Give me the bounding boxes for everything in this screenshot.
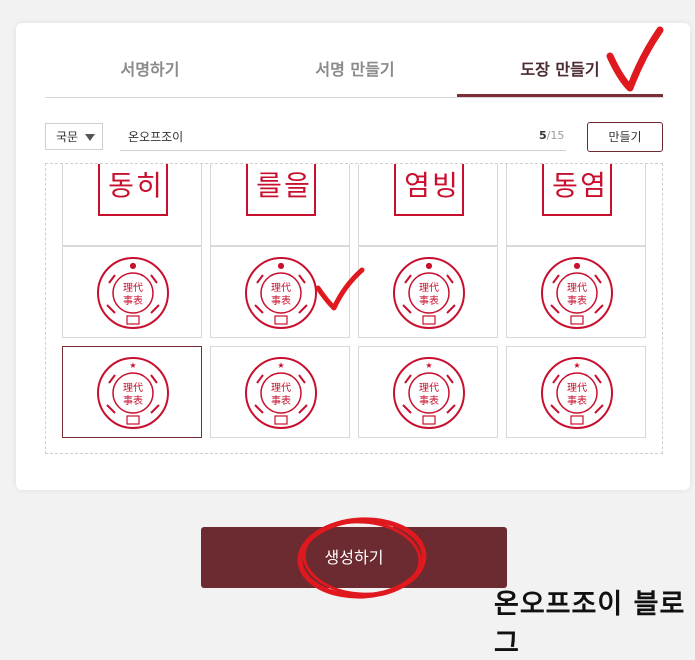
stamp-option[interactable]: ★ 理代 事表 (62, 346, 202, 438)
svg-text:동: 동 (552, 169, 578, 202)
svg-text:事表: 事表 (271, 394, 291, 407)
stamp-panel: 서명하기 서명 만들기 도장 만들기 국문 온오프조이 5/15 만들기 동히를… (16, 23, 690, 490)
stamp-preview: 염빙 (394, 164, 464, 216)
language-select-value: 국문 (56, 130, 79, 144)
svg-text:★: ★ (425, 361, 432, 370)
stamp-preview: ● 理代事表 (97, 257, 169, 329)
svg-text:를: 를 (256, 169, 282, 202)
stamp-preview: 동히 (98, 164, 168, 216)
stamp-option[interactable]: 를을 (210, 164, 350, 246)
svg-text:理代: 理代 (123, 382, 143, 394)
stamp-preview: 동염 (542, 164, 612, 216)
stamp-preview: ★ 理代事表 (393, 357, 465, 429)
stamp-option[interactable]: ● 理代 事表 (62, 246, 202, 338)
hand-drawn-circle-annotation (297, 517, 427, 599)
svg-text:事表: 事表 (123, 294, 143, 307)
svg-text:★: ★ (573, 361, 580, 370)
svg-text:●: ● (130, 261, 137, 270)
svg-text:염: 염 (580, 169, 606, 202)
stamp-option[interactable]: ★ 理代 事表 (506, 346, 646, 438)
character-counter: 5/15 (539, 129, 564, 142)
svg-text:동: 동 (108, 169, 134, 202)
tab-sign[interactable]: 서명하기 (65, 49, 235, 97)
svg-text:히: 히 (136, 169, 162, 202)
svg-text:●: ● (278, 261, 285, 270)
counter-current: 5 (539, 129, 547, 142)
counter-max: /15 (546, 129, 565, 142)
checkmark-icon (315, 267, 365, 311)
svg-text:理代: 理代 (419, 282, 439, 294)
svg-text:빙: 빙 (432, 169, 458, 202)
stamp-preview: ★ 理代事表 (245, 357, 317, 429)
stamp-preview: ★ 理代事表 (541, 357, 613, 429)
stamp-preview: ★ 理代事表 (97, 357, 169, 429)
stamp-option[interactable]: ● 理代 事表 (506, 246, 646, 338)
svg-text:事表: 事表 (567, 394, 587, 407)
stamp-name-input[interactable]: 온오프조이 (120, 123, 566, 151)
stamp-option[interactable]: 동히 (62, 164, 202, 246)
svg-text:염: 염 (404, 169, 430, 202)
svg-text:事表: 事表 (567, 294, 587, 307)
tab-create-signature[interactable]: 서명 만들기 (260, 49, 450, 97)
svg-text:理代: 理代 (271, 282, 291, 294)
language-select[interactable]: 국문 (45, 123, 103, 150)
stamp-preview: ● 理代事表 (541, 257, 613, 329)
chevron-down-icon (85, 134, 95, 141)
svg-text:事表: 事表 (419, 294, 439, 307)
stamp-option[interactable]: ★ 理代 事表 (210, 346, 350, 438)
svg-text:★: ★ (277, 361, 284, 370)
svg-text:理代: 理代 (271, 382, 291, 394)
stamp-option[interactable]: ★ 理代 事表 (358, 346, 498, 438)
svg-text:●: ● (426, 261, 433, 270)
make-button[interactable]: 만들기 (587, 122, 663, 152)
checkmark-icon (606, 26, 664, 92)
blog-watermark: 온오프조이 블로그 (494, 589, 686, 659)
svg-text:理代: 理代 (419, 382, 439, 394)
svg-text:事表: 事表 (123, 394, 143, 407)
svg-text:理代: 理代 (567, 282, 587, 294)
svg-text:事表: 事表 (271, 294, 291, 307)
svg-text:理代: 理代 (123, 282, 143, 294)
stamp-option[interactable]: 동염 (506, 164, 646, 246)
stamp-preview: ● 理代事表 (393, 257, 465, 329)
stamp-preview: 를을 (246, 164, 316, 216)
svg-text:을: 을 (284, 169, 310, 202)
svg-text:★: ★ (129, 361, 136, 370)
svg-text:理代: 理代 (567, 382, 587, 394)
stamp-option[interactable]: ● 理代 事表 (358, 246, 498, 338)
stamp-option[interactable]: 염빙 (358, 164, 498, 246)
tab-bar: 서명하기 서명 만들기 도장 만들기 (45, 49, 664, 98)
svg-text:●: ● (574, 261, 581, 270)
svg-text:事表: 事表 (419, 394, 439, 407)
